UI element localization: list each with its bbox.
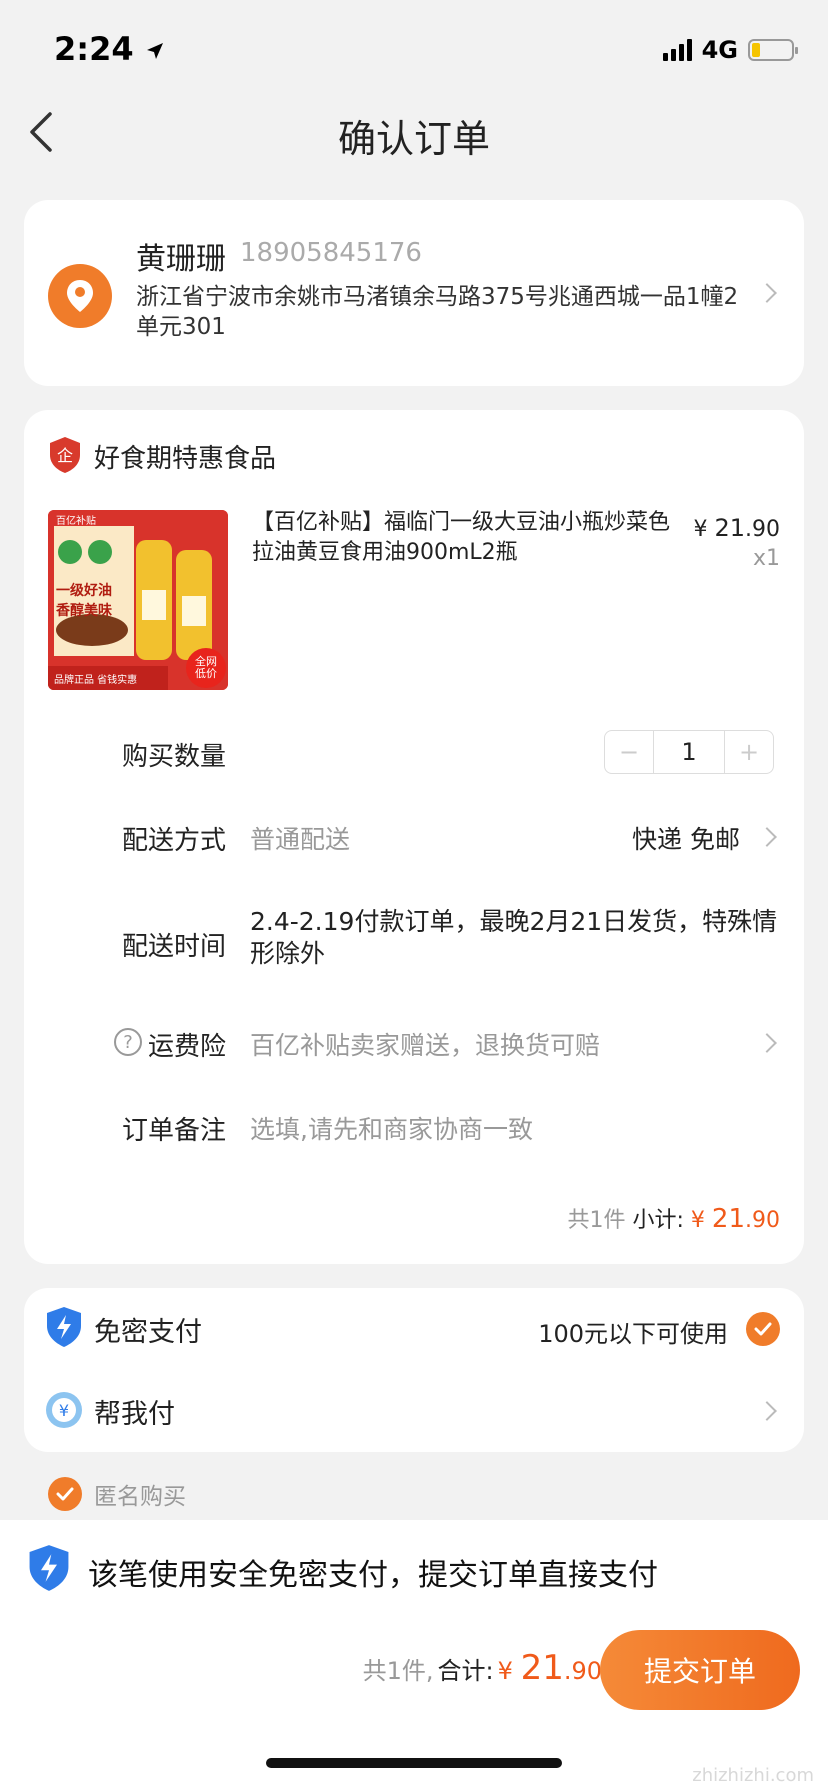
signal-icon xyxy=(662,39,692,61)
delivery-option-selector[interactable]: 快递 免邮 xyxy=(632,820,774,856)
shield-lightning-icon xyxy=(44,1306,84,1347)
page-title: 确认订单 xyxy=(337,117,490,161)
check-icon[interactable] xyxy=(746,1312,780,1346)
delivery-time-label: 配送时间 xyxy=(122,932,227,962)
svg-text:企: 企 xyxy=(57,446,73,465)
payment-tip: 该笔使用安全免密支付，提交订单直接支付 xyxy=(88,1558,658,1593)
freight-insurance-label: 运费险 xyxy=(148,1032,227,1062)
product-image-lowprice: 全网低价 xyxy=(195,655,217,680)
order-card: 企 好食期特惠食品 百亿补贴 一级好油 香醇美味 全网低价 品牌正品 省钱实惠 … xyxy=(24,410,804,1264)
product-image-slogan-2: 香醇美味 xyxy=(56,603,112,619)
chevron-right-icon xyxy=(757,1033,777,1053)
product-image[interactable]: 百亿补贴 一级好油 香醇美味 全网低价 品牌正品 省钱实惠 xyxy=(48,510,228,690)
battery-icon xyxy=(748,39,798,61)
freight-insurance-value[interactable]: 百亿补贴卖家赠送，退换货可赔 xyxy=(250,1026,600,1062)
product-image-footer: 品牌正品 省钱实惠 xyxy=(54,675,138,686)
password-free-pay-note: 100元以下可使用 xyxy=(538,1320,728,1348)
order-total: 共1件, 合计: ¥ 21.90 xyxy=(362,1648,602,1688)
order-remark-label: 订单备注 xyxy=(122,1116,227,1146)
order-remark-input[interactable]: 选填,请先和商家协商一致 xyxy=(250,1110,770,1146)
delivery-method-label: 配送方式 xyxy=(122,826,227,856)
product-image-slogan-1: 一级好油 xyxy=(56,583,112,599)
help-me-pay-label: 帮我付 xyxy=(94,1399,175,1430)
chevron-right-icon xyxy=(757,1401,777,1421)
yen-coin-icon: ¥ xyxy=(44,1390,84,1430)
status-time: 2:24 xyxy=(54,30,165,68)
address-detail: 浙江省宁波市余姚市马渚镇余马路375号兆通西城一品1幢2单元301 xyxy=(136,284,739,340)
chevron-right-icon xyxy=(757,283,777,303)
increment-button[interactable]: + xyxy=(725,731,773,773)
anonymous-purchase-label: 匿名购买 xyxy=(94,1484,186,1510)
status-indicators: 4G xyxy=(662,36,798,64)
delivery-method-value: 普通配送 xyxy=(250,825,351,854)
delivery-time-value: 2.4-2.19付款订单，最晚2月21日发货，特殊情形除外 xyxy=(250,907,778,968)
submit-order-button[interactable]: 提交订单 xyxy=(600,1630,800,1710)
anonymous-purchase-row[interactable]: 匿名购买 xyxy=(48,1476,186,1512)
quantity-stepper[interactable]: − 1 + xyxy=(604,730,774,774)
product-price: ¥ 21.90 xyxy=(693,514,780,542)
product-quantity: x1 xyxy=(752,546,780,571)
help-me-pay-row[interactable]: ¥ 帮我付 xyxy=(24,1372,804,1452)
store-badge-icon: 企 xyxy=(48,436,82,474)
subtotal: 共1件 小计: ¥ 21.90 xyxy=(567,1204,780,1234)
quantity-value[interactable]: 1 xyxy=(653,731,725,773)
password-free-pay-label: 免密支付 xyxy=(94,1317,202,1348)
back-button[interactable] xyxy=(24,108,64,156)
quantity-label: 购买数量 xyxy=(122,742,227,772)
decrement-button[interactable]: − xyxy=(605,731,653,773)
recipient-name: 黄珊珊 xyxy=(136,242,226,277)
bottom-bar: 该笔使用安全免密支付，提交订单直接支付 共1件, 合计: ¥ 21.90 提交订… xyxy=(0,1520,828,1792)
address-card[interactable]: 黄珊珊 18905845176 浙江省宁波市余姚市马渚镇余马路375号兆通西城一… xyxy=(24,200,804,386)
chevron-left-icon xyxy=(30,112,52,152)
home-indicator[interactable] xyxy=(266,1758,562,1768)
product-image-badge: 百亿补贴 xyxy=(56,516,96,527)
svg-text:¥: ¥ xyxy=(59,1401,69,1420)
recipient-phone: 18905845176 xyxy=(240,238,422,268)
password-free-pay-row[interactable]: 免密支付 100元以下可使用 xyxy=(24,1288,804,1368)
product-title[interactable]: 【百亿补贴】福临门一级大豆油小瓶炒菜色拉油黄豆食用油900mL2瓶 xyxy=(252,508,672,568)
location-arrow-icon xyxy=(146,43,163,59)
location-pin-icon xyxy=(48,264,112,328)
store-name: 好食期特惠食品 xyxy=(94,444,277,474)
watermark: zhizhizhi.com xyxy=(692,1765,814,1786)
network-type: 4G xyxy=(701,36,738,64)
payment-card: 免密支付 100元以下可使用 ¥ 帮我付 xyxy=(24,1288,804,1452)
shield-lightning-icon xyxy=(26,1544,72,1596)
check-icon[interactable] xyxy=(48,1477,82,1511)
question-icon[interactable]: ? xyxy=(114,1028,142,1056)
